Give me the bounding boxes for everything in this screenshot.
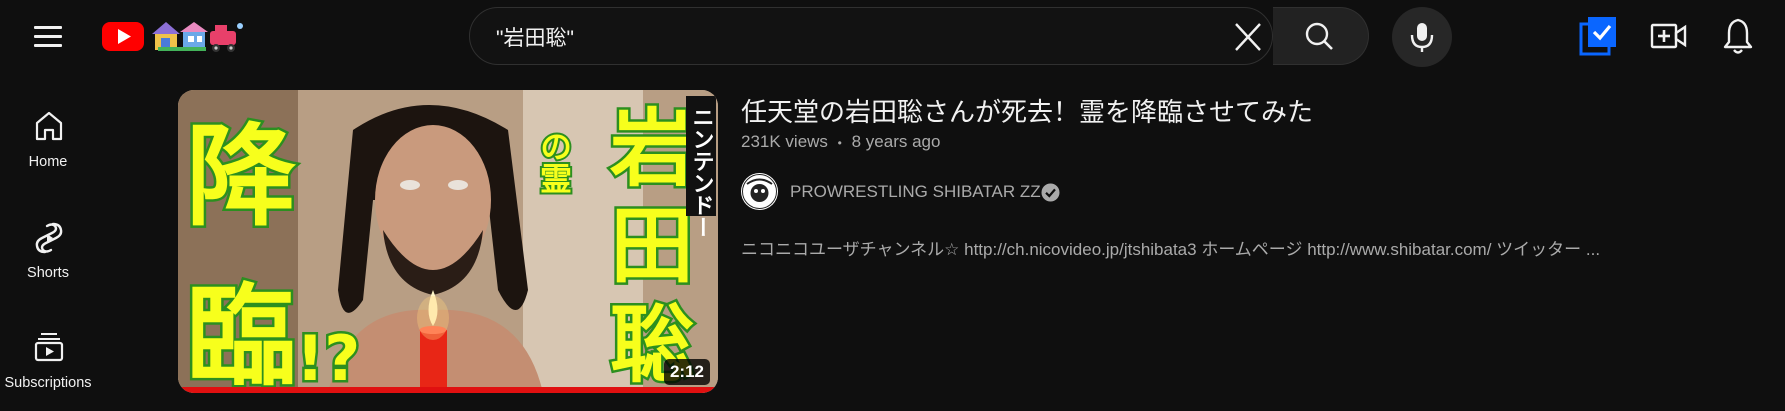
- thumbnail-lettering: 降 臨 !? 岩 田 聡 の霊 ニンテンドー: [184, 96, 716, 393]
- upload-age: 8 years ago: [851, 132, 941, 151]
- search-button[interactable]: [1273, 7, 1369, 65]
- video-thumbnail[interactable]: 降 臨 !? 岩 田 聡 の霊 ニンテンドー 2:12: [178, 90, 718, 393]
- create-button[interactable]: [1647, 14, 1691, 58]
- home-icon: [35, 111, 63, 141]
- menu-icon-line: [34, 44, 62, 47]
- menu-button[interactable]: [28, 18, 68, 54]
- watch-progress-bar: [178, 387, 718, 393]
- subscriptions-icon: [34, 333, 64, 362]
- notifications-button[interactable]: [1716, 14, 1760, 58]
- thumb-char: 岩: [610, 100, 694, 198]
- studio-button[interactable]: [1578, 14, 1622, 58]
- shorts-icon: [35, 222, 63, 254]
- clear-search-button[interactable]: [1226, 18, 1270, 56]
- channel-avatar[interactable]: [741, 173, 778, 210]
- sidebar-item-home[interactable]: Home: [0, 110, 96, 190]
- menu-icon-line: [34, 35, 62, 38]
- notifications-bell-icon: [1723, 18, 1753, 54]
- verified-icon: [1041, 183, 1060, 202]
- top-header: [0, 0, 1785, 72]
- clear-icon: [1235, 23, 1261, 51]
- create-video-icon: [1650, 23, 1687, 49]
- thumb-char: 臨: [186, 273, 296, 393]
- thumb-char: 降: [186, 113, 296, 241]
- search-box: [469, 7, 1273, 65]
- youtube-logo[interactable]: [100, 16, 255, 56]
- thumb-char: 田: [610, 197, 694, 295]
- search-icon: [1305, 22, 1333, 50]
- sidebar-item-label: Subscriptions: [4, 375, 92, 391]
- thumb-small-text: の霊: [535, 130, 573, 194]
- channel-avatar-image: [742, 174, 777, 209]
- search-input[interactable]: [494, 20, 1198, 54]
- channel-name[interactable]: PROWRESTLING SHIBATAR ZZ: [790, 182, 1041, 202]
- duration-badge: 2:12: [663, 359, 710, 385]
- mic-icon: [1410, 23, 1434, 52]
- video-metadata: 231K views • 8 years ago: [741, 132, 940, 152]
- thumb-suffix: !?: [296, 322, 360, 393]
- voice-search-button[interactable]: [1392, 7, 1452, 67]
- view-count: 231K views: [741, 132, 828, 151]
- sidebar-item-label: Shorts: [27, 265, 69, 281]
- studio-checkbox-icon: [1579, 17, 1616, 56]
- thumb-vertical-label: ニンテンドー: [689, 106, 714, 238]
- meta-separator: •: [837, 136, 842, 150]
- menu-icon: [34, 26, 62, 29]
- sidebar-item-shorts[interactable]: Shorts: [0, 221, 96, 301]
- sidebar-item-label: Home: [28, 154, 68, 170]
- video-description-snippet: ニコニコユーザチャンネル☆ http://ch.nicovideo.jp/jts…: [741, 240, 1601, 259]
- sidebar-item-subscriptions[interactable]: Subscriptions: [0, 331, 96, 411]
- video-title[interactable]: 任天堂の岩田聡さんが死去！霊を降臨させてみた: [741, 92, 1313, 129]
